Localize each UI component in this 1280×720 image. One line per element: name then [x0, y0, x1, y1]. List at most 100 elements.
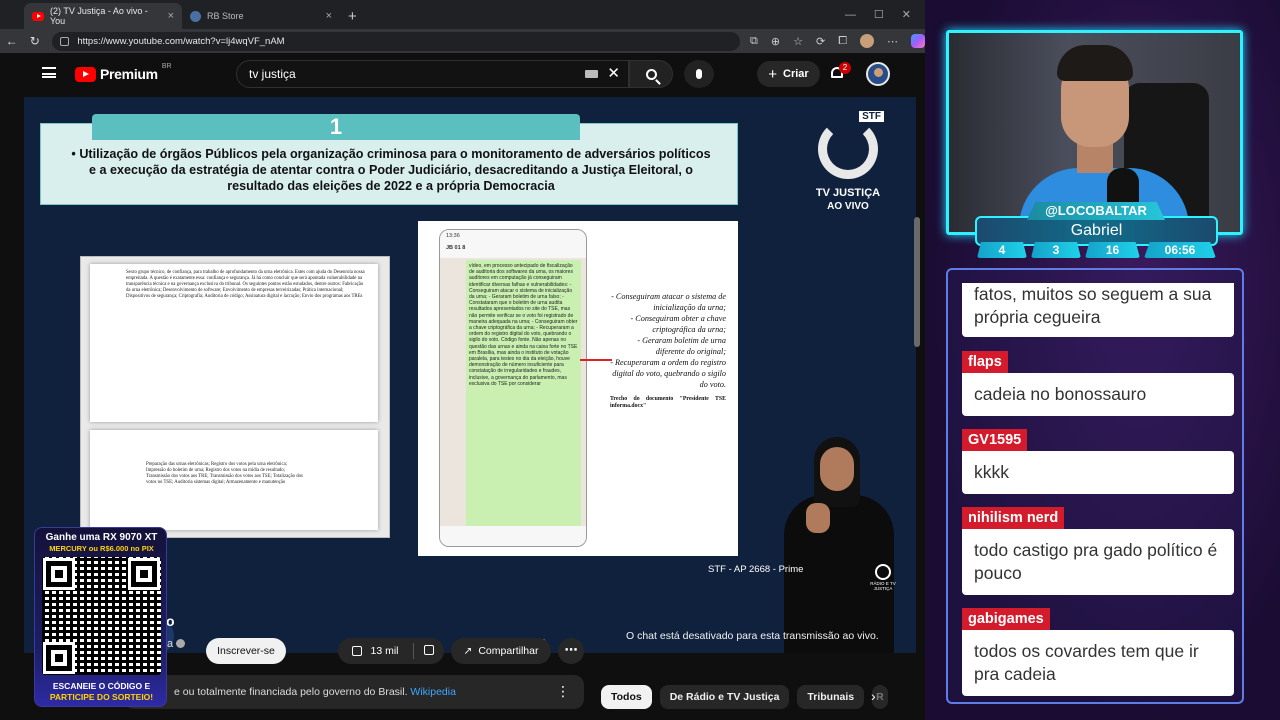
- quote-line: - Conseguiram atacar o sistema de inicia…: [611, 292, 726, 312]
- search-value: tv justiça: [249, 67, 296, 81]
- share-button[interactable]: ↗ Compartilhar: [451, 638, 551, 664]
- account-avatar[interactable]: [866, 62, 890, 86]
- subscribe-button[interactable]: Inscrever-se: [206, 638, 286, 664]
- site-info-icon[interactable]: [60, 36, 70, 46]
- keyboard-icon[interactable]: [585, 70, 598, 78]
- youtube-logo[interactable]: Premium BR: [75, 63, 172, 82]
- radio-logo-icon: [875, 564, 891, 580]
- share-icon: ↗: [463, 645, 473, 657]
- zoom-icon[interactable]: ⊕: [771, 35, 780, 48]
- collections-icon[interactable]: ⧠: [838, 35, 847, 48]
- phone-input-bar: [440, 526, 586, 546]
- promo-subline: MERCURY ou R$6.000 no PIX: [49, 544, 154, 553]
- more-actions-button[interactable]: ⋯: [558, 638, 584, 664]
- quote-text: - Conseguiram atacar o sistema de inicia…: [610, 291, 726, 410]
- streamer-handle: @LOCOBALTAR: [1027, 202, 1165, 220]
- chat-message: GV1595 kkkk: [962, 429, 1234, 494]
- document-scan-right: 13:36 JB 01 8 vídeo, em processo antecip…: [418, 221, 738, 556]
- search-icon: [645, 68, 657, 80]
- search-input[interactable]: tv justiça ✕: [236, 60, 629, 88]
- voice-search-button[interactable]: [684, 60, 714, 88]
- chat-message-text: todos os covardes tem que ir pra cadeia: [962, 630, 1234, 696]
- chat-message: gabigames todos os covardes tem que ir p…: [962, 608, 1234, 696]
- plus-icon: +: [768, 65, 778, 83]
- chip-radio-tv-justica[interactable]: De Rádio e TV Justiça: [659, 685, 790, 709]
- tab-title: RB Store: [207, 11, 244, 21]
- wikipedia-link[interactable]: Wikipedia: [410, 686, 456, 698]
- bookmark-star-icon[interactable]: ☆: [793, 35, 803, 48]
- description-box[interactable]: e ou totalmente financiada pelo governo …: [124, 675, 584, 709]
- url-text: https://www.youtube.com/watch?v=lj4wqVF_…: [77, 35, 285, 47]
- chat-message-text: cadeia no bonossauro: [962, 373, 1234, 416]
- chat-username: gabigames: [962, 608, 1050, 630]
- thumbs-down-icon: [424, 644, 434, 655]
- like-button[interactable]: 13 mil: [338, 643, 414, 659]
- quote-line: - Recuperaram a ordem do registro digita…: [610, 358, 726, 389]
- phone-time: 13:36: [446, 233, 460, 239]
- minimize-icon[interactable]: —: [845, 9, 856, 21]
- phone-header: 13:36 JB 01 8: [440, 230, 586, 258]
- chip-todos[interactable]: Todos: [601, 685, 652, 709]
- chat-disabled-notice: O chat está desativado para esta transmi…: [626, 630, 879, 642]
- stream-timer: 06:56: [1144, 242, 1216, 258]
- maximize-icon[interactable]: ☐: [874, 8, 884, 21]
- close-tab-icon[interactable]: ×: [168, 10, 174, 22]
- description-body: e ou totalmente financiada pelo governo …: [174, 686, 408, 698]
- sign-language-interpreter: [776, 433, 902, 653]
- chat-username: nihilism nerd: [962, 507, 1065, 529]
- new-tab-button[interactable]: +: [340, 3, 365, 29]
- install-app-icon[interactable]: ⧉: [750, 35, 758, 48]
- radio-tv-logo: RÁDIO E TV JUSTIÇA: [866, 564, 900, 591]
- close-window-icon[interactable]: ✕: [902, 8, 911, 21]
- reload-icon[interactable]: ↻: [23, 34, 46, 48]
- share-label: Compartilhar: [478, 645, 539, 657]
- chips-next-icon[interactable]: ›: [871, 688, 876, 704]
- chat-message: nihilism nerd todo castigo pra gado polí…: [962, 507, 1234, 595]
- notification-badge: 2: [839, 62, 851, 74]
- chip-tribunais[interactable]: Tribunais: [797, 685, 865, 709]
- tab-youtube[interactable]: (2) TV Justiça - Ao vivo - You ×: [24, 3, 182, 29]
- notifications-button[interactable]: 2: [830, 62, 851, 81]
- chat-message-text: todo castigo pra gado político é pouco: [962, 529, 1234, 595]
- chat-username: flaps: [962, 351, 1008, 373]
- profile-avatar-icon[interactable]: [860, 34, 874, 48]
- live-label: AO VIVO: [827, 201, 869, 212]
- create-button[interactable]: + Criar: [757, 61, 820, 87]
- qr-finder: [43, 558, 75, 590]
- video-title: o: [166, 613, 175, 629]
- page-scrollbar[interactable]: [913, 97, 921, 597]
- menu-icon[interactable]: [42, 67, 56, 78]
- like-dislike-bar: 13 mil: [338, 638, 444, 664]
- tab-title: (2) TV Justiça - Ao vivo - You: [50, 6, 148, 26]
- channel-logo-text: TV JUSTIÇA: [815, 187, 881, 199]
- youtube-play-icon: [75, 66, 96, 82]
- masthead: Premium BR tv justiça ✕ + Criar 2: [24, 53, 925, 95]
- message-bubble: vídeo, em processo antecipado de fiscali…: [466, 260, 581, 526]
- document-text: Sexto grupo técnico, de confiança, para …: [126, 270, 365, 299]
- menu-dots-icon[interactable]: ⋯: [887, 35, 898, 48]
- qr-finder: [43, 642, 75, 674]
- channel-name[interactable]: a: [167, 638, 186, 650]
- verified-icon: [176, 639, 186, 648]
- search-button[interactable]: [629, 60, 673, 88]
- clear-search-icon[interactable]: ✕: [607, 64, 620, 82]
- extensions-icon[interactable]: ⟳: [816, 35, 825, 48]
- dislike-button[interactable]: [414, 644, 444, 658]
- close-tab-icon[interactable]: ×: [326, 10, 332, 22]
- description-menu-icon[interactable]: ⋮: [556, 683, 570, 700]
- promo-headline: Ganhe uma RX 9070 XT: [45, 532, 158, 543]
- tab-rb-store[interactable]: RB Store ×: [182, 3, 340, 29]
- stream-stats: 4 3 16 06:56: [975, 242, 1218, 260]
- url-field[interactable]: https://www.youtube.com/watch?v=lj4wqVF_…: [52, 31, 741, 51]
- stat-value: 4: [977, 242, 1027, 258]
- back-icon[interactable]: ←: [0, 34, 23, 48]
- quote-caption: Trecho do documento "Presidente TSE info…: [610, 396, 726, 409]
- address-bar: ← ↻ https://www.youtube.com/watch?v=lj4w…: [0, 29, 925, 53]
- toolbar-icons: ⧉ ⊕ ☆ ⟳ ⧠ ⋯: [750, 34, 925, 48]
- copilot-icon[interactable]: [911, 34, 925, 48]
- stat-value: 3: [1031, 242, 1081, 258]
- scrollbar-thumb[interactable]: [914, 217, 920, 347]
- stat-value: 16: [1085, 242, 1140, 258]
- webcam-hair: [1057, 45, 1133, 81]
- chat-message-text: fatos, muitos so seguem a sua própria ce…: [962, 283, 1234, 337]
